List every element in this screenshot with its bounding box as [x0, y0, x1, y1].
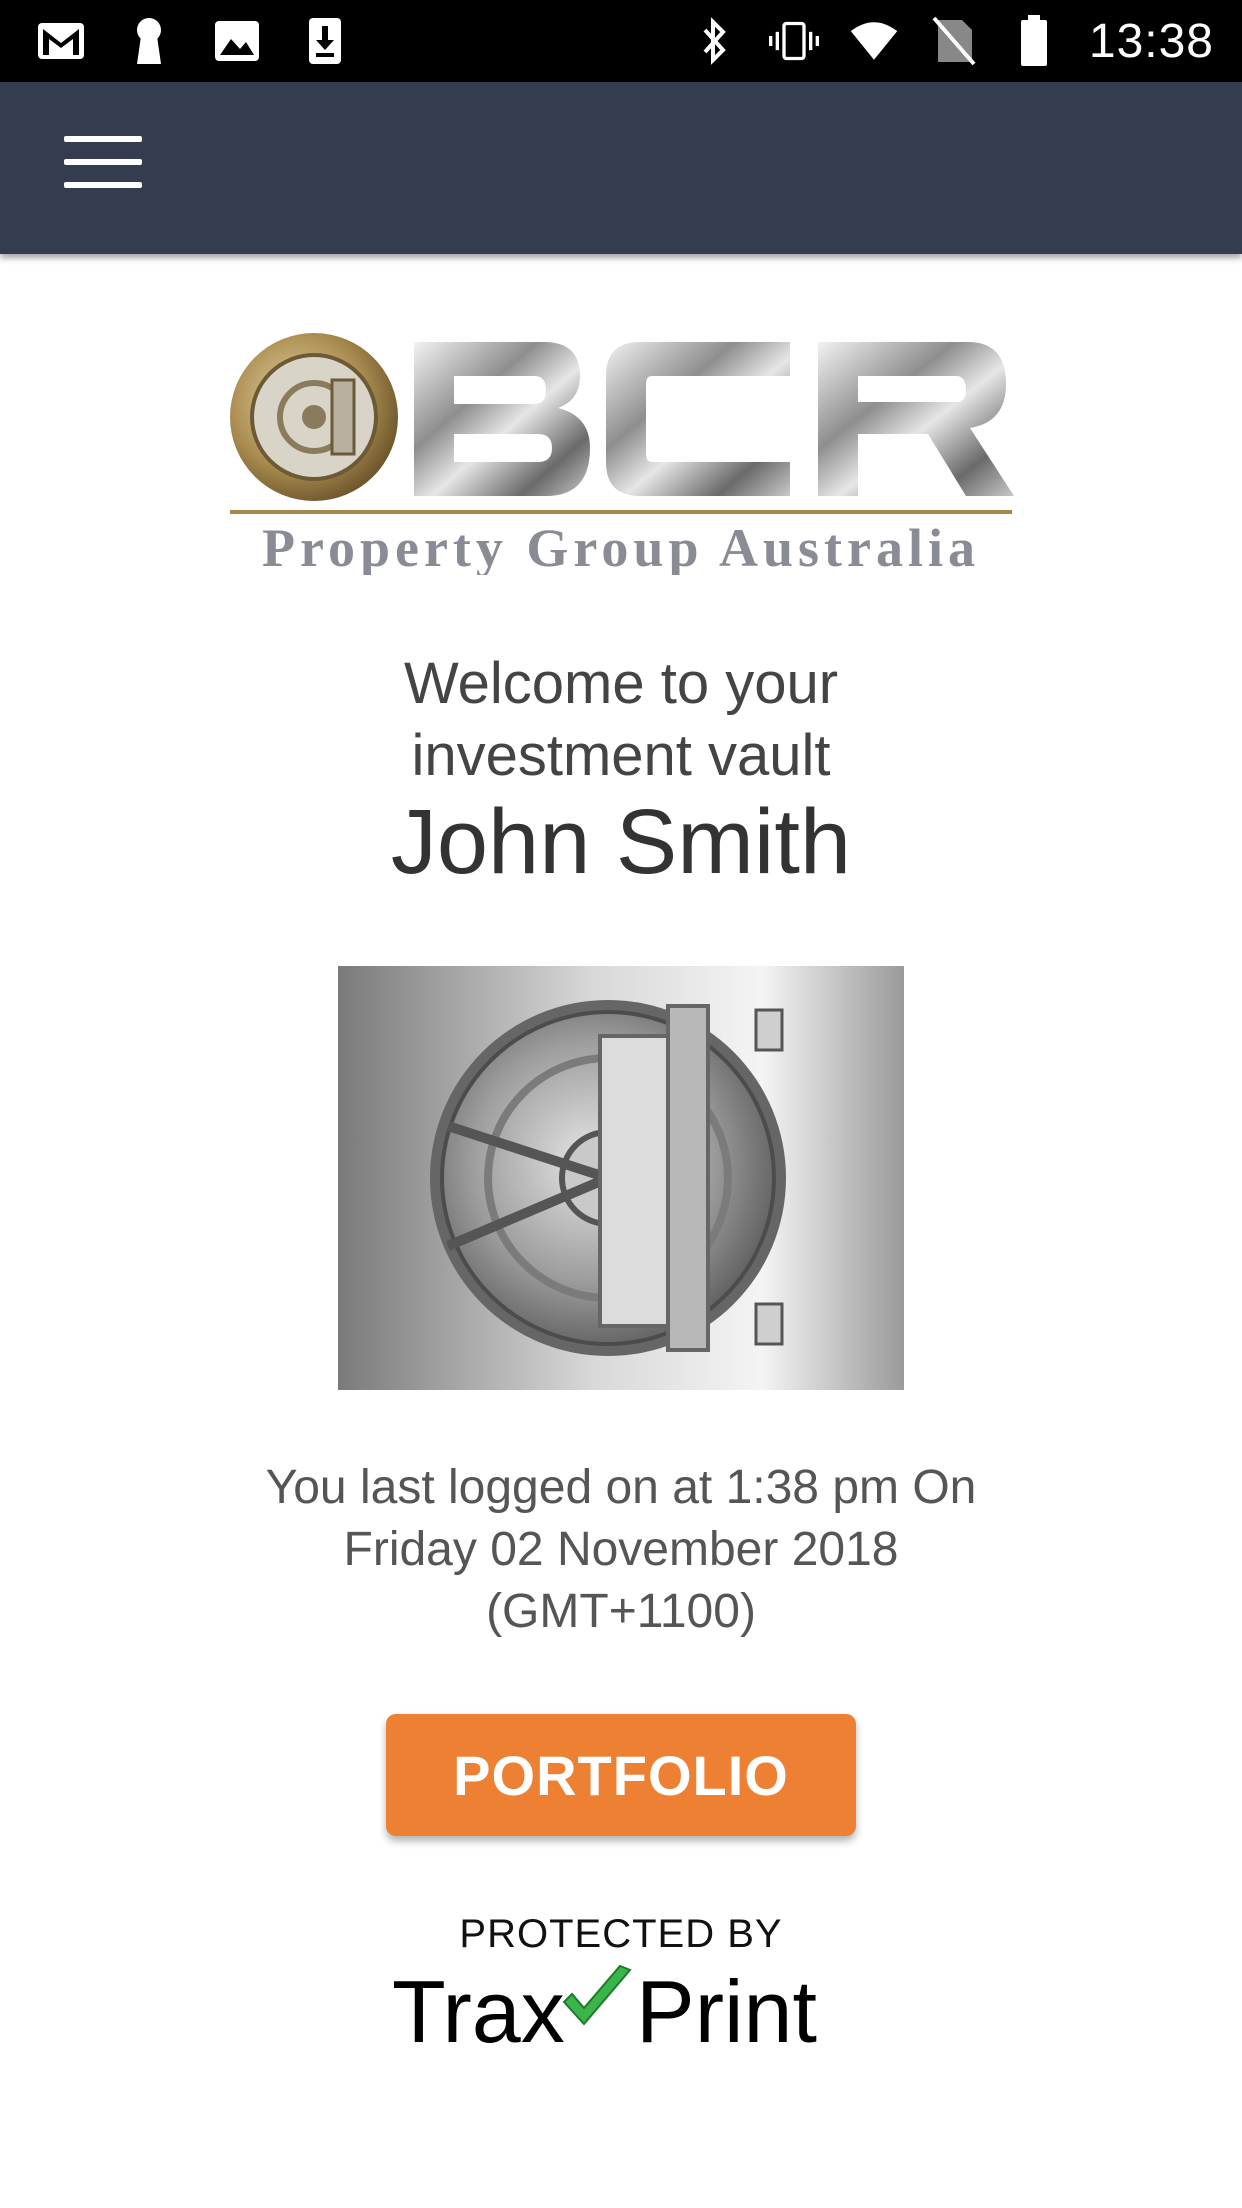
last-login-line-1: You last logged on at 1:38 pm On	[265, 1461, 977, 1514]
bcr-letters	[414, 342, 1014, 496]
vibrate-icon	[768, 16, 819, 66]
logo-subtitle: Property Group Australia	[262, 518, 980, 575]
bluetooth-icon	[689, 16, 739, 66]
user-name: John Smith	[390, 791, 852, 893]
no-sim-icon	[929, 16, 979, 66]
app-bar	[0, 82, 1242, 254]
checkmark-icon	[562, 1964, 632, 2026]
notification-icons	[36, 14, 350, 68]
bcr-logo: Property Group Australia	[230, 333, 1014, 575]
traxprint-logo: Trax Print	[392, 1962, 817, 2050]
hamburger-menu-icon[interactable]	[56, 136, 150, 200]
status-time: 13:38	[1088, 14, 1214, 68]
last-login-timezone: (GMT+1100)	[486, 1585, 756, 1638]
keyhole-icon	[124, 16, 174, 66]
portfolio-button[interactable]: PORTFOLIO	[386, 1714, 856, 1836]
download-icon	[300, 16, 350, 66]
welcome-line-2: investment vault	[411, 723, 831, 788]
battery-icon	[1009, 15, 1059, 66]
traxprint-brand-left: Trax	[392, 1962, 565, 2050]
image-icon	[212, 16, 262, 66]
vault-door-icon	[338, 966, 904, 1390]
vault-seal-icon	[230, 333, 398, 501]
system-icons: 13:38	[689, 10, 1214, 72]
traxprint-brand-right: Print	[636, 1962, 817, 2050]
gmail-icon	[36, 16, 86, 66]
welcome-line-1: Welcome to your	[403, 651, 839, 716]
status-bar: 13:38	[0, 0, 1242, 82]
last-login-line-2: Friday 02 November 2018	[343, 1523, 899, 1576]
wifi-icon	[849, 16, 899, 66]
